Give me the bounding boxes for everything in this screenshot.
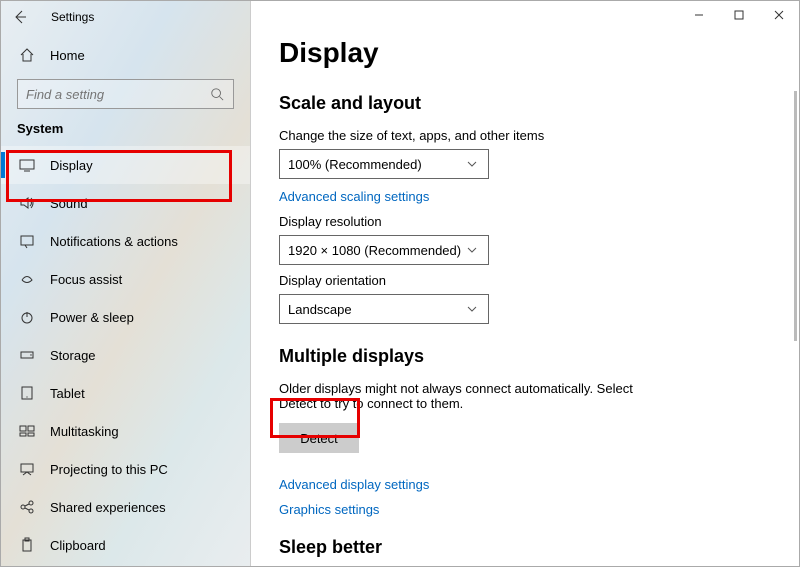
sidebar-item-shared-experiences[interactable]: Shared experiences — [1, 488, 250, 526]
scale-dropdown[interactable]: 100% (Recommended) — [279, 149, 489, 179]
home-icon — [19, 47, 35, 63]
sidebar-item-power-sleep[interactable]: Power & sleep — [1, 298, 250, 336]
clipboard-icon — [19, 537, 35, 553]
tablet-icon — [19, 385, 35, 401]
window-title: Settings — [51, 10, 94, 24]
sidebar-item-tablet[interactable]: Tablet — [1, 374, 250, 412]
scale-value: 100% (Recommended) — [288, 157, 422, 172]
titlebar: Settings — [1, 1, 250, 33]
scrollbar-thumb[interactable] — [794, 91, 797, 341]
sidebar-section-label: System — [17, 121, 250, 136]
sidebar-item-label: Projecting to this PC — [50, 462, 168, 477]
search-icon — [209, 86, 225, 102]
multitasking-icon — [19, 423, 35, 439]
maximize-button[interactable] — [719, 1, 759, 29]
content-area: Display Scale and layout Change the size… — [251, 1, 799, 566]
storage-icon — [19, 347, 35, 363]
scale-heading: Scale and layout — [279, 93, 799, 114]
sidebar-item-sound[interactable]: Sound — [1, 184, 250, 222]
display-icon — [19, 157, 35, 173]
chevron-down-icon — [464, 301, 480, 317]
search-box[interactable] — [17, 79, 234, 109]
window-controls — [679, 1, 799, 29]
sidebar-item-label: Shared experiences — [50, 500, 166, 515]
focus-assist-icon — [19, 271, 35, 287]
sidebar-item-label: Focus assist — [50, 272, 122, 287]
resolution-value: 1920 × 1080 (Recommended) — [288, 243, 461, 258]
sidebar-item-notifications[interactable]: Notifications & actions — [1, 222, 250, 260]
back-button[interactable] — [7, 4, 33, 30]
sidebar-item-storage[interactable]: Storage — [1, 336, 250, 374]
sleep-better-heading: Sleep better — [279, 537, 799, 558]
chevron-down-icon — [464, 242, 480, 258]
chevron-down-icon — [464, 156, 480, 172]
sidebar-item-label: Multitasking — [50, 424, 119, 439]
sidebar-item-label: Sound — [50, 196, 88, 211]
sidebar-item-multitasking[interactable]: Multitasking — [1, 412, 250, 450]
sidebar-item-label: Storage — [50, 348, 96, 363]
sidebar-item-display[interactable]: Display — [1, 146, 250, 184]
sound-icon — [19, 195, 35, 211]
sidebar-item-focus-assist[interactable]: Focus assist — [1, 260, 250, 298]
orientation-value: Landscape — [288, 302, 352, 317]
minimize-button[interactable] — [679, 1, 719, 29]
notifications-icon — [19, 233, 35, 249]
sidebar-item-projecting[interactable]: Projecting to this PC — [1, 450, 250, 488]
multiple-displays-heading: Multiple displays — [279, 346, 799, 367]
projecting-icon — [19, 461, 35, 477]
sidebar-item-label: Power & sleep — [50, 310, 134, 325]
detect-button[interactable]: Detect — [279, 423, 359, 453]
sidebar: Settings Home System Display Sound — [1, 1, 251, 566]
power-icon — [19, 309, 35, 325]
sidebar-item-label: Clipboard — [50, 538, 106, 553]
resolution-label: Display resolution — [279, 214, 799, 229]
advanced-display-link[interactable]: Advanced display settings — [279, 477, 799, 492]
orientation-dropdown[interactable]: Landscape — [279, 294, 489, 324]
sidebar-item-clipboard[interactable]: Clipboard — [1, 526, 250, 564]
search-input[interactable] — [26, 87, 209, 102]
resolution-dropdown[interactable]: 1920 × 1080 (Recommended) — [279, 235, 489, 265]
multiple-displays-text: Older displays might not always connect … — [279, 381, 659, 411]
advanced-scaling-link[interactable]: Advanced scaling settings — [279, 189, 799, 204]
sidebar-home-label: Home — [50, 48, 85, 63]
sidebar-item-label: Display — [50, 158, 93, 173]
scale-label: Change the size of text, apps, and other… — [279, 128, 799, 143]
shared-icon — [19, 499, 35, 515]
graphics-settings-link[interactable]: Graphics settings — [279, 502, 799, 517]
orientation-label: Display orientation — [279, 273, 799, 288]
sidebar-item-label: Tablet — [50, 386, 85, 401]
page-title: Display — [279, 37, 799, 69]
close-button[interactable] — [759, 1, 799, 29]
sidebar-nav: Display Sound Notifications & actions Fo… — [1, 146, 250, 564]
sidebar-home[interactable]: Home — [1, 37, 250, 73]
sidebar-item-label: Notifications & actions — [50, 234, 178, 249]
